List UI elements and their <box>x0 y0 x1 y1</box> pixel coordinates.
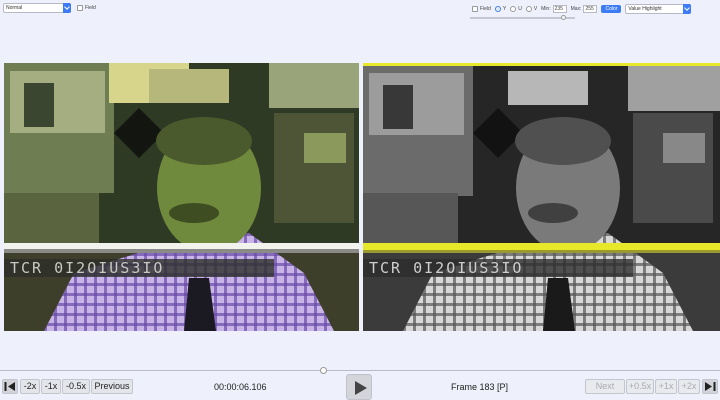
svg-text:TCR 0I2OIUS3IO: TCR 0I2OIUS3IO <box>369 259 523 277</box>
slider-knob[interactable] <box>561 15 566 20</box>
color-button[interactable]: Color <box>601 5 622 13</box>
field-label-left: Field <box>85 5 96 11</box>
field-checkbox-right[interactable]: Field <box>472 6 491 12</box>
video-frame-image: TCR 0I2OIUS3IO <box>4 63 359 331</box>
rewind-1x-button[interactable]: -1x <box>41 379 61 394</box>
frame-number: Frame 183 [P] <box>451 382 509 392</box>
channel-label-u: U <box>518 6 522 12</box>
timecode-display: 00:00:06.106 <box>214 382 267 392</box>
channel-radio-v[interactable]: V <box>525 6 538 12</box>
max-input[interactable]: 255 <box>583 5 598 13</box>
max-group: Max: 255 <box>571 5 598 13</box>
forward-half-button[interactable]: +0.5x <box>626 379 654 394</box>
checkbox-icon[interactable] <box>472 6 478 12</box>
highlight-mode-select[interactable]: Value Highlight <box>625 4 692 14</box>
highlight-video-frame: TCR 0I2OIUS3IO <box>363 63 720 331</box>
step-back-button[interactable] <box>2 379 18 394</box>
video-frame-image-highlighted: TCR 0I2OIUS3IO <box>363 63 720 331</box>
step-forward-button[interactable] <box>702 379 718 394</box>
play-button[interactable] <box>346 374 372 400</box>
field-checkbox-left[interactable]: Field <box>77 5 96 11</box>
field-label-right: Field <box>480 6 491 12</box>
svg-text:TCR 0I2OIUS3IO: TCR 0I2OIUS3IO <box>10 259 164 277</box>
chevron-down-icon <box>683 4 692 14</box>
min-label: Min: <box>541 6 551 12</box>
forward-2x-button[interactable]: +2x <box>678 379 700 394</box>
original-video-frame: TCR 0I2OIUS3IO <box>4 63 359 331</box>
step-back-icon <box>4 382 15 391</box>
min-input[interactable]: 235 <box>552 5 567 13</box>
min-group: Min: 235 <box>541 5 567 13</box>
max-label: Max: <box>570 6 582 12</box>
timeline-scrubber[interactable] <box>0 367 720 374</box>
next-frame-button[interactable]: Next <box>585 379 625 394</box>
threshold-slider[interactable] <box>470 15 575 20</box>
channel-label-v: V <box>533 6 538 12</box>
checkbox-icon[interactable] <box>77 5 83 11</box>
rewind-2x-button[interactable]: -2x <box>20 379 40 394</box>
highlight-mode-value: Value Highlight <box>628 6 662 12</box>
channel-radio-y[interactable]: Y <box>494 6 507 12</box>
radio-icon[interactable] <box>525 6 532 12</box>
radio-icon[interactable] <box>510 6 517 12</box>
forward-1x-button[interactable]: +1x <box>655 379 677 394</box>
radio-selected-icon[interactable] <box>494 6 501 12</box>
view-mode-select[interactable]: Normal <box>3 3 71 13</box>
channel-label-y: Y <box>502 6 507 12</box>
rewind-half-button[interactable]: -0.5x <box>62 379 90 394</box>
right-toolbar: Field Y U V Min: 235 Max: 255 Color Valu… <box>472 4 692 14</box>
step-forward-icon <box>705 382 716 391</box>
chevron-down-icon <box>63 3 71 13</box>
left-toolbar: Normal Field <box>3 3 96 13</box>
view-mode-value: Normal <box>6 5 23 11</box>
previous-frame-button[interactable]: Previous <box>91 379 133 394</box>
timeline-knob[interactable] <box>320 367 327 374</box>
channel-radio-u[interactable]: U <box>510 6 522 12</box>
